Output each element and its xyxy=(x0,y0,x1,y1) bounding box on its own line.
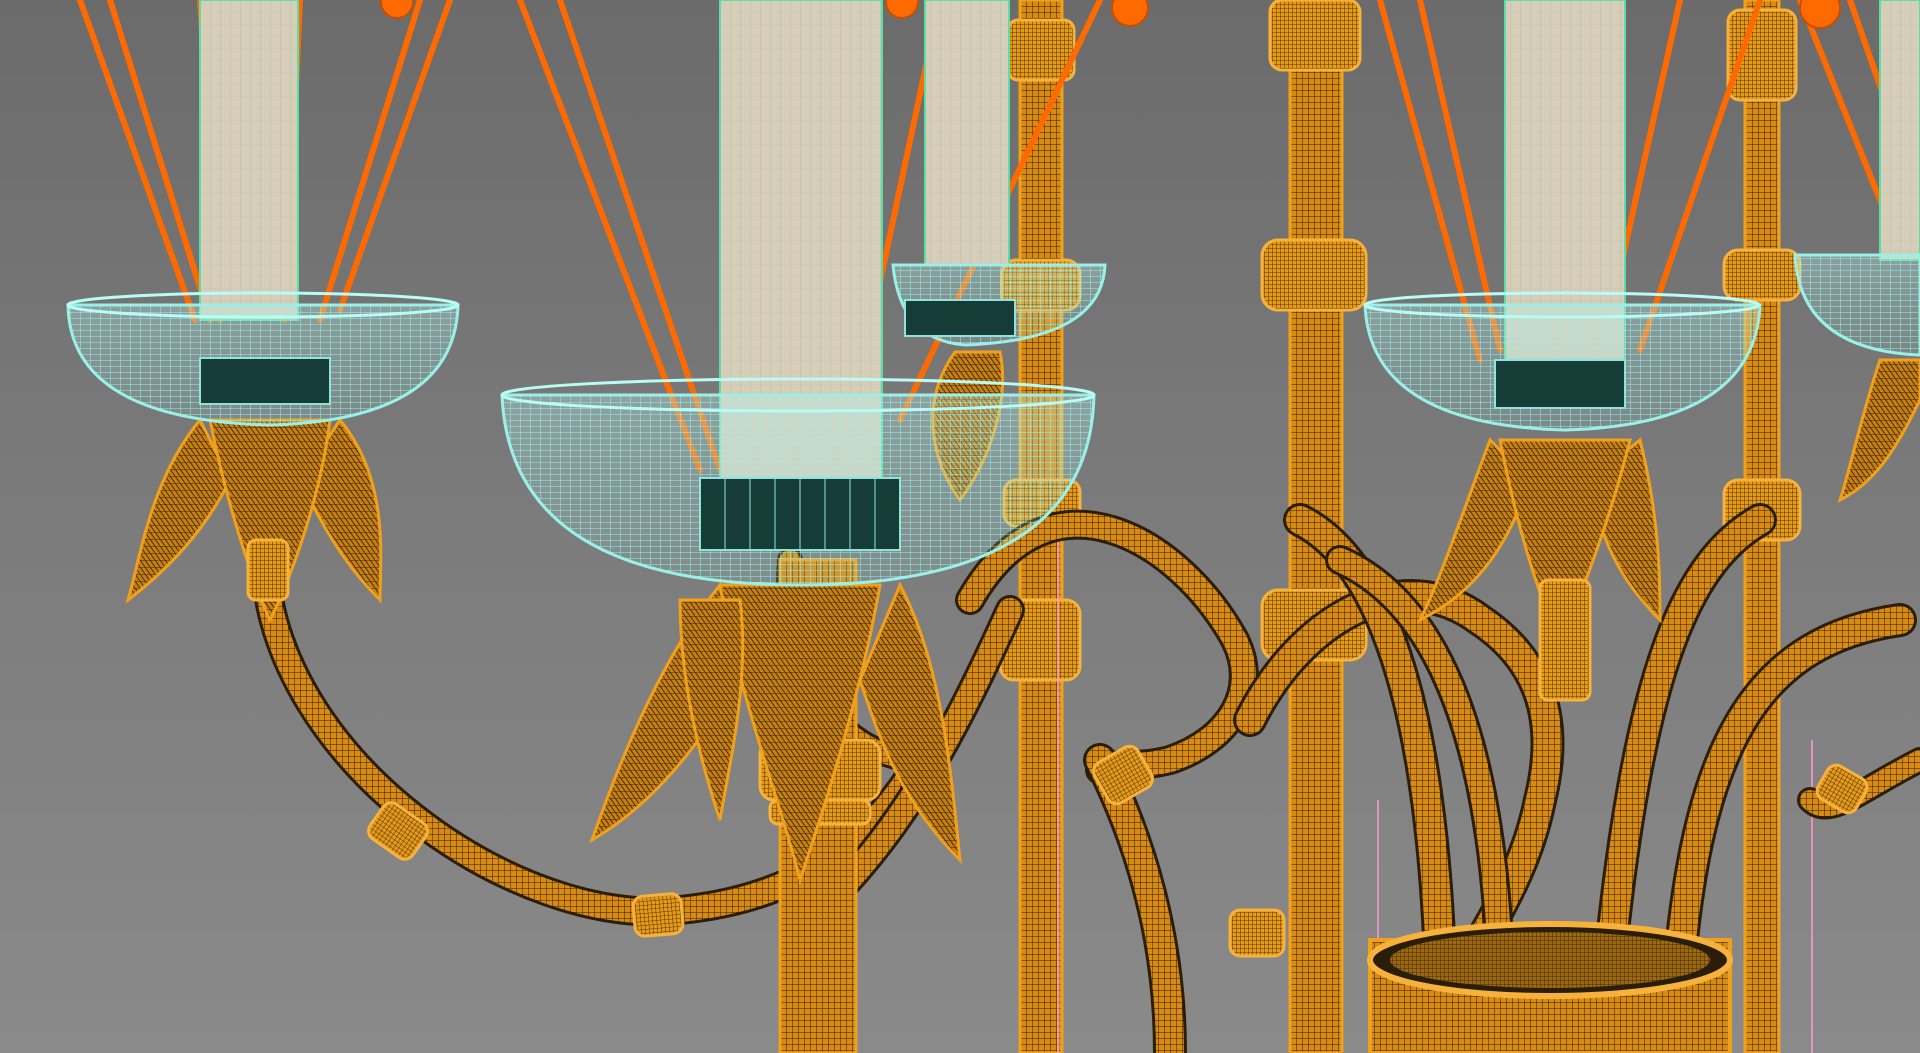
chandelier-wireframe-model[interactable] xyxy=(0,0,1920,1053)
leaf-collar-right[interactable] xyxy=(1416,437,1662,702)
3d-wireframe-viewport[interactable] xyxy=(0,0,1920,1053)
chandelier-base-drum[interactable] xyxy=(1367,921,1733,1053)
drip-cup-center-back[interactable] xyxy=(891,263,1107,347)
candle-far-right[interactable] xyxy=(1793,0,1920,503)
leaf-collar-left[interactable] xyxy=(125,417,383,624)
leaf-collar-center-front[interactable] xyxy=(589,581,962,886)
drip-cup-right[interactable] xyxy=(1363,291,1762,432)
candle-left[interactable] xyxy=(66,0,460,624)
drip-cup-far-right[interactable] xyxy=(1793,253,1920,357)
drip-cup-left[interactable] xyxy=(66,291,460,427)
leaf-collar-far-right[interactable] xyxy=(1837,358,1920,503)
